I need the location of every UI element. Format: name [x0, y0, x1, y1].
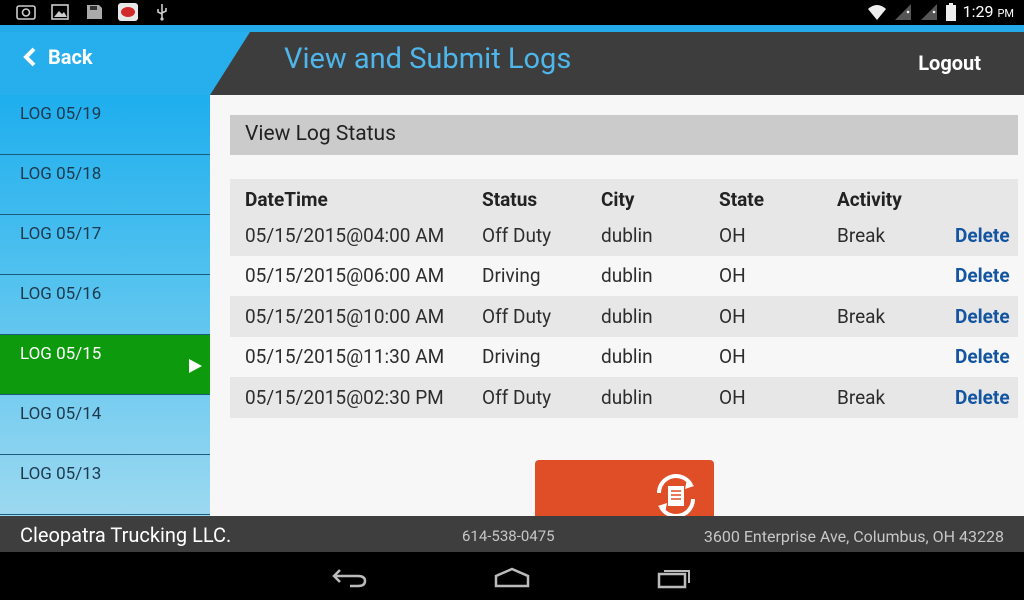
- recent-apps-icon[interactable]: [655, 564, 695, 590]
- cell-datetime: 05/15/2015@11:30 AM: [245, 345, 445, 369]
- cell-activity: Break: [837, 223, 886, 247]
- table-row: 05/15/2015@11:30 AM Driving dublin OH De…: [230, 337, 1018, 378]
- company-address: 3600 Enterprise Ave, Columbus, OH 43228: [703, 527, 1004, 546]
- selected-arrow-icon: [189, 359, 202, 373]
- section-title: View Log Status: [230, 115, 1018, 155]
- delete-button[interactable]: Delete: [955, 386, 1010, 409]
- app-icon: [118, 3, 138, 21]
- sidebar-item-log-0517[interactable]: LOG 05/17: [0, 215, 210, 275]
- gallery-icon: [51, 4, 69, 20]
- status-bar-left: [16, 3, 172, 21]
- sidebar-item-label: LOG 05/16: [20, 284, 102, 304]
- sidebar-item-label: LOG 05/15: [20, 344, 102, 364]
- back-label: Back: [48, 45, 93, 69]
- status-bar: 1:29 PM: [0, 0, 1024, 25]
- sidebar-item-label: LOG 05/19: [20, 104, 102, 124]
- status-bar-right: 1:29 PM: [867, 2, 1014, 21]
- cell-activity: Break: [837, 385, 886, 409]
- accent-line: [0, 25, 1024, 32]
- cell-status: Off Duty: [482, 223, 552, 247]
- cell-city: dublin: [601, 304, 653, 328]
- cell-status: Driving: [482, 264, 541, 288]
- log-sidebar: LOG 05/19 LOG 05/18 LOG 05/17 LOG 05/16 …: [0, 95, 210, 516]
- usb-icon: [157, 4, 167, 21]
- cell-state: OH: [719, 264, 746, 288]
- column-header-datetime: DateTime: [245, 187, 328, 211]
- delete-button[interactable]: Delete: [955, 305, 1010, 328]
- battery-icon: [945, 2, 956, 21]
- cell-status: Off Duty: [482, 385, 552, 409]
- table-row: 05/15/2015@02:30 PM Off Duty dublin OH B…: [230, 377, 1018, 418]
- back-button[interactable]: Back: [22, 45, 93, 69]
- navigation-bar: [0, 552, 1024, 600]
- save-icon: [87, 5, 102, 19]
- cell-city: dublin: [601, 345, 653, 369]
- table-row: 05/15/2015@04:00 AM Off Duty dublin OH B…: [230, 215, 1018, 256]
- wifi-icon: [867, 4, 886, 20]
- delete-button[interactable]: Delete: [955, 224, 1010, 247]
- back-nav-icon[interactable]: [330, 564, 370, 590]
- signal-icon: [894, 3, 911, 20]
- table-row: 05/15/2015@10:00 AM Off Duty dublin OH B…: [230, 296, 1018, 337]
- column-header-action: [940, 179, 1018, 215]
- cell-city: dublin: [601, 223, 653, 247]
- home-nav-icon[interactable]: [492, 564, 532, 590]
- column-header-state: State: [719, 187, 764, 211]
- logout-button[interactable]: Logout: [918, 51, 981, 75]
- company-phone: 614-538-0475: [462, 527, 555, 545]
- cell-state: OH: [719, 223, 746, 247]
- column-header-status: Status: [482, 187, 538, 211]
- cell-state: OH: [719, 345, 746, 369]
- table-row: 05/15/2015@06:00 AM Driving dublin OH De…: [230, 256, 1018, 297]
- cell-datetime: 05/15/2015@06:00 AM: [245, 264, 445, 288]
- sidebar-item-log-0516[interactable]: LOG 05/16: [0, 275, 210, 335]
- cell-activity: [822, 337, 940, 378]
- table-header-row: DateTime Status City State Activity: [230, 179, 1018, 215]
- sidebar-item-label: LOG 05/13: [20, 464, 102, 484]
- column-header-activity: Activity: [837, 187, 902, 211]
- screenshot-icon: [16, 5, 36, 20]
- sidebar-item-label: LOG 05/14: [20, 404, 102, 424]
- sidebar-item-label: LOG 05/18: [20, 164, 102, 184]
- cell-status: Driving: [482, 345, 541, 369]
- cell-status: Off Duty: [482, 304, 552, 328]
- sidebar-item-label: LOG 05/17: [20, 224, 102, 244]
- sidebar-item-log-0518[interactable]: LOG 05/18: [0, 155, 210, 215]
- cell-state: OH: [719, 385, 746, 409]
- sidebar-item-log-0513[interactable]: LOG 05/13: [0, 455, 210, 515]
- sidebar-item-log-0514[interactable]: LOG 05/14: [0, 395, 210, 455]
- sidebar-item-log-0519[interactable]: LOG 05/19: [0, 95, 210, 155]
- signal-icon: [920, 3, 937, 20]
- column-header-city: City: [601, 187, 635, 211]
- cell-state: OH: [719, 304, 746, 328]
- cell-city: dublin: [601, 385, 653, 409]
- footer-bar: Cleopatra Trucking LLC. 614-538-0475 360…: [0, 516, 1024, 552]
- cell-datetime: 05/15/2015@02:30 PM: [245, 385, 444, 409]
- cell-city: dublin: [601, 264, 653, 288]
- status-time: 1:29 PM: [962, 2, 1014, 21]
- delete-button[interactable]: Delete: [955, 345, 1010, 368]
- sync-document-icon: [657, 474, 695, 516]
- sidebar-item-log-0515[interactable]: LOG 05/15: [0, 335, 210, 395]
- log-table: DateTime Status City State Activity 05/1…: [230, 179, 1018, 418]
- page-title: View and Submit Logs: [284, 42, 572, 76]
- chevron-left-icon: [23, 47, 36, 67]
- main-content: View Log Status DateTime Status City Sta…: [210, 95, 1024, 516]
- cell-datetime: 05/15/2015@04:00 AM: [245, 223, 445, 247]
- cell-datetime: 05/15/2015@10:00 AM: [245, 304, 445, 328]
- delete-button[interactable]: Delete: [955, 264, 1010, 287]
- cell-activity: [822, 256, 940, 297]
- company-name: Cleopatra Trucking LLC.: [20, 523, 232, 547]
- cell-activity: Break: [837, 304, 886, 328]
- submit-logs-button[interactable]: [535, 460, 714, 516]
